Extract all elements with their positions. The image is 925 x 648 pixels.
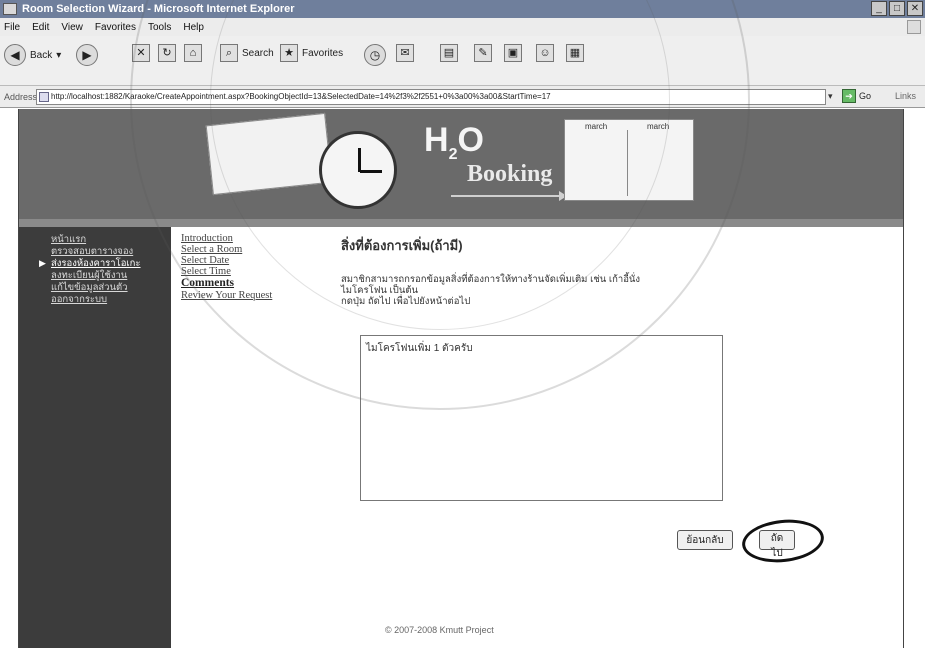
footer-copyright: © 2007-2008 Kmutt Project — [385, 625, 494, 635]
window-title-bar: Room Selection Wizard - Microsoft Intern… — [0, 0, 925, 18]
home-icon: ⌂ — [184, 44, 202, 62]
history-button[interactable]: ◷ — [364, 44, 390, 66]
research-icon: ▦ — [566, 44, 584, 62]
stop-button[interactable]: ✕ — [132, 44, 154, 62]
go-arrow-icon: ➔ — [842, 89, 856, 103]
stop-icon: ✕ — [132, 44, 150, 62]
nav-logout[interactable]: ออกจากระบบ — [51, 294, 171, 305]
discuss-icon: ▣ — [504, 44, 522, 62]
instructions: สมาชิกสามารถกรอกข้อมูลสิ่งที่ต้องการให้ท… — [341, 274, 761, 307]
address-dropdown-icon[interactable]: ▾ — [828, 91, 833, 102]
messenger-icon: ☺ — [536, 44, 554, 62]
search-icon: ⌕ — [220, 44, 238, 62]
maximize-button[interactable]: □ — [889, 1, 905, 16]
windows-logo-icon — [907, 20, 921, 34]
step-select-date[interactable]: Select Date — [181, 255, 272, 266]
menu-view[interactable]: View — [61, 22, 83, 33]
discuss-button[interactable]: ▣ — [504, 44, 526, 62]
step-select-time[interactable]: Select Time — [181, 266, 272, 277]
back-arrow-icon: ◀ — [4, 44, 26, 66]
logo-h2o: H2O — [424, 121, 484, 163]
menu-favorites[interactable]: Favorites — [95, 22, 136, 33]
nav-register[interactable]: ลงทะเบียนผู้ใช้งาน — [51, 270, 171, 281]
print-button[interactable]: ▤ — [440, 44, 462, 62]
search-label: Search — [242, 47, 274, 59]
page-icon — [39, 92, 49, 102]
arrow-graphic — [451, 191, 567, 201]
nav-edit-profile[interactable]: แก้ไขข้อมูลส่วนตัว — [51, 282, 171, 293]
nav-check-schedule[interactable]: ตรวจสอบตารางจอง — [51, 246, 171, 257]
address-url: http://localhost:1882/Karaoke/CreateAppo… — [51, 92, 551, 101]
favorites-button[interactable]: ★ Favorites — [280, 44, 343, 62]
nav-book-karaoke[interactable]: ส่งรองห้องคาราโอเกะ — [51, 258, 171, 269]
print-icon: ▤ — [440, 44, 458, 62]
instruction-line: กดปุ่ม ถัดไป เพื่อไปยังหน้าต่อไป — [341, 296, 471, 307]
step-comments[interactable]: Comments — [181, 277, 272, 290]
nav-home[interactable]: หน้าแรก — [51, 234, 171, 245]
step-introduction[interactable]: Introduction — [181, 233, 272, 244]
clock-icon — [319, 131, 397, 209]
left-navigation: ▶ หน้าแรก ตรวจสอบตารางจอง ส่งรองห้องคารา… — [19, 227, 171, 648]
home-button[interactable]: ⌂ — [184, 44, 206, 62]
address-bar: Address http://localhost:1882/Karaoke/Cr… — [0, 86, 925, 108]
back-button[interactable]: ◀ Back ▾ — [4, 44, 61, 66]
site-banner: H2O Booking march march — [19, 109, 903, 219]
instruction-line: สมาชิกสามารถกรอกข้อมูลสิ่งที่ต้องการให้ท… — [341, 274, 641, 285]
minimize-button[interactable]: _ — [871, 1, 887, 16]
page-title: สิ่งที่ต้องการเพิ่ม(ถ้ามี) — [341, 238, 463, 253]
current-page-pointer-icon: ▶ — [39, 258, 46, 268]
search-button[interactable]: ⌕ Search — [220, 44, 274, 62]
calendar-graphic — [205, 112, 333, 196]
refresh-button[interactable]: ↻ — [158, 44, 180, 62]
back-step-button[interactable]: ย้อนกลับ — [677, 530, 733, 550]
instruction-line: ไมโครโฟน เป็นต้น — [341, 285, 418, 296]
back-label: Back — [30, 49, 53, 61]
forward-button[interactable]: ▶ — [76, 44, 102, 66]
close-button[interactable]: ✕ — [907, 1, 923, 16]
comments-panel: สิ่งที่ต้องการเพิ่ม(ถ้ามี) สมาชิกสามารถก… — [341, 235, 761, 307]
forward-arrow-icon: ▶ — [76, 44, 98, 66]
page-viewport: H2O Booking march march ▶ หน้าแรก ตรวจสอ… — [18, 109, 904, 648]
messenger-button[interactable]: ☺ — [536, 44, 558, 62]
menu-edit[interactable]: Edit — [32, 22, 49, 33]
go-button[interactable]: ➔ Go — [842, 89, 871, 103]
menu-bar: File Edit View Favorites Tools Help — [0, 18, 925, 36]
edit-button[interactable]: ✎ — [474, 44, 496, 62]
mail-icon: ✉ — [396, 44, 414, 62]
address-input[interactable]: http://localhost:1882/Karaoke/CreateAppo… — [36, 89, 826, 105]
step-review-request[interactable]: Review Your Request — [181, 290, 272, 301]
refresh-icon: ↻ — [158, 44, 176, 62]
browser-toolbar: ◀ Back ▾ ▶ ✕ ↻ ⌂ ⌕ Search ★ Favorites ◷ … — [0, 36, 925, 86]
history-icon: ◷ — [364, 44, 386, 66]
favorites-label: Favorites — [302, 47, 344, 59]
banner-divider — [19, 219, 903, 227]
chevron-down-icon: ▾ — [56, 49, 62, 61]
menu-tools[interactable]: Tools — [148, 22, 171, 33]
comments-textarea[interactable]: ไมโครโฟนเพิ่ม 1 ตัวครับ — [360, 335, 723, 501]
go-label: Go — [859, 91, 872, 101]
menu-help[interactable]: Help — [183, 22, 204, 33]
logo-booking: Booking — [467, 161, 553, 187]
research-button[interactable]: ▦ — [566, 44, 588, 62]
mail-button[interactable]: ✉ — [396, 44, 418, 62]
step-select-room[interactable]: Select a Room — [181, 244, 272, 255]
links-button[interactable]: Links — [895, 91, 916, 101]
menu-file[interactable]: File — [4, 22, 20, 33]
star-icon: ★ — [280, 44, 298, 62]
schedule-sheet-graphic: march march — [564, 119, 694, 201]
window-title: Room Selection Wizard - Microsoft Intern… — [22, 3, 295, 15]
highlight-circle — [740, 515, 826, 567]
edit-icon: ✎ — [474, 44, 492, 62]
ie-app-icon — [3, 3, 17, 15]
address-label: Address — [4, 91, 38, 102]
wizard-steps: Introduction Select a Room Select Date S… — [181, 233, 272, 301]
